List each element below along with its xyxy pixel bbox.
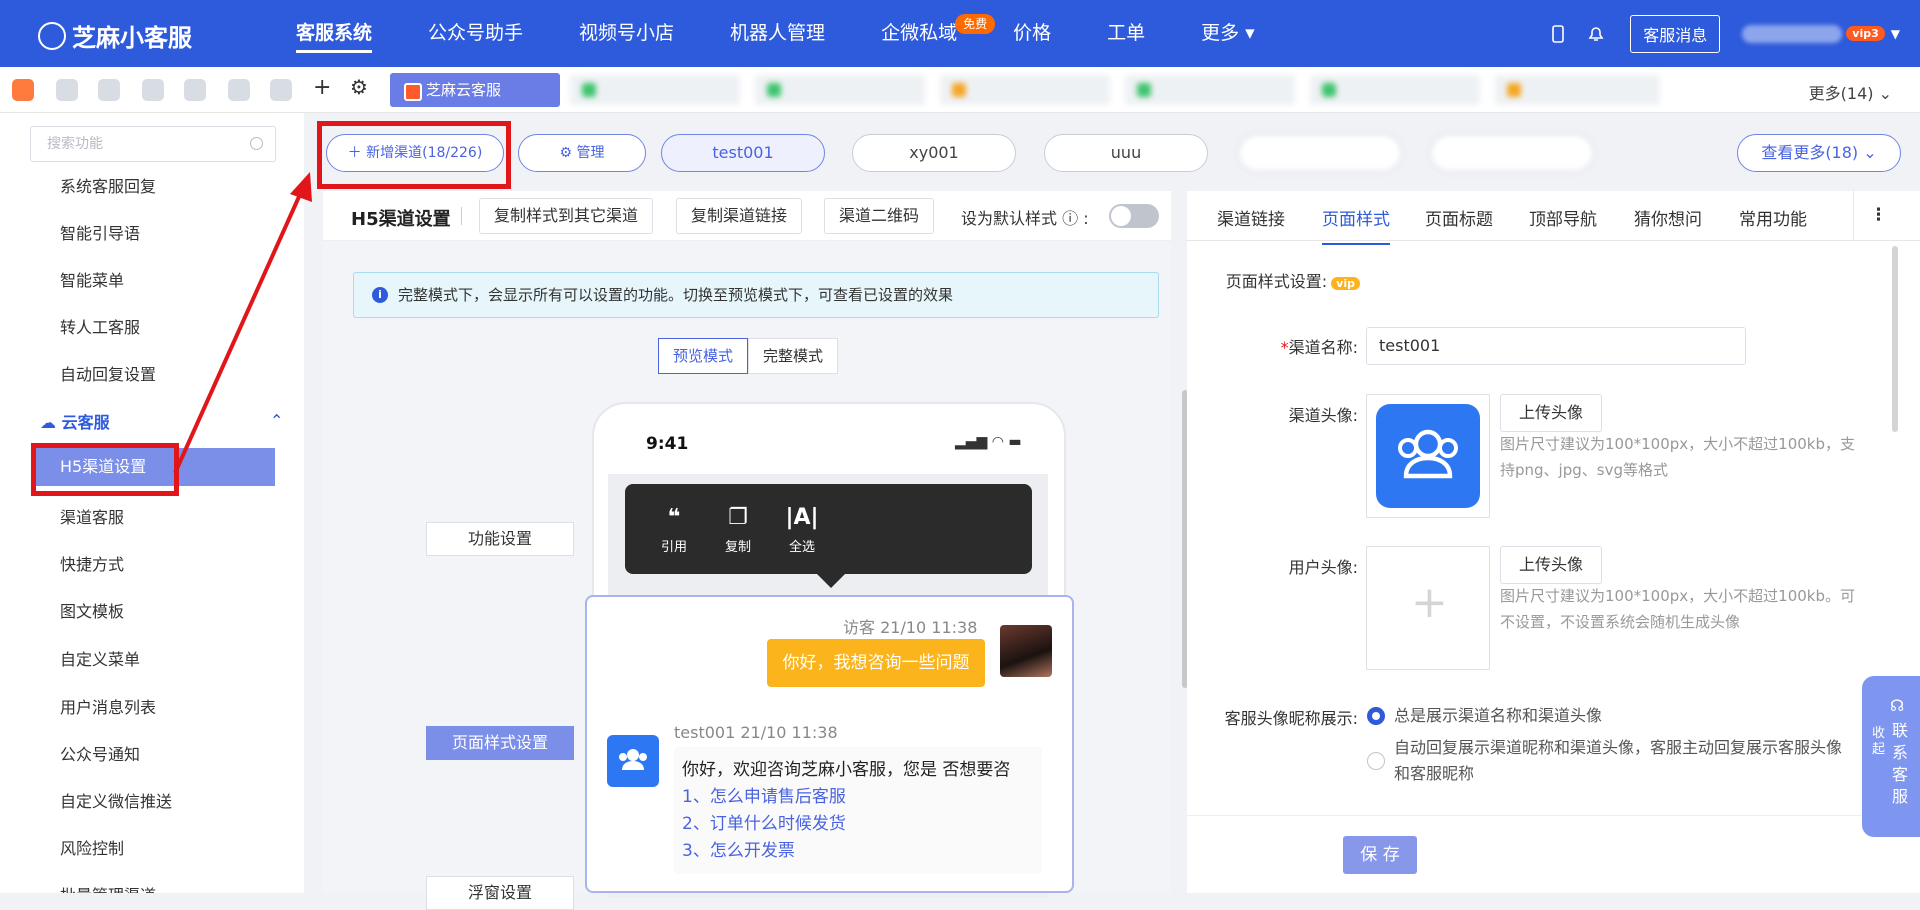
highlight-arrow [173, 172, 312, 474]
